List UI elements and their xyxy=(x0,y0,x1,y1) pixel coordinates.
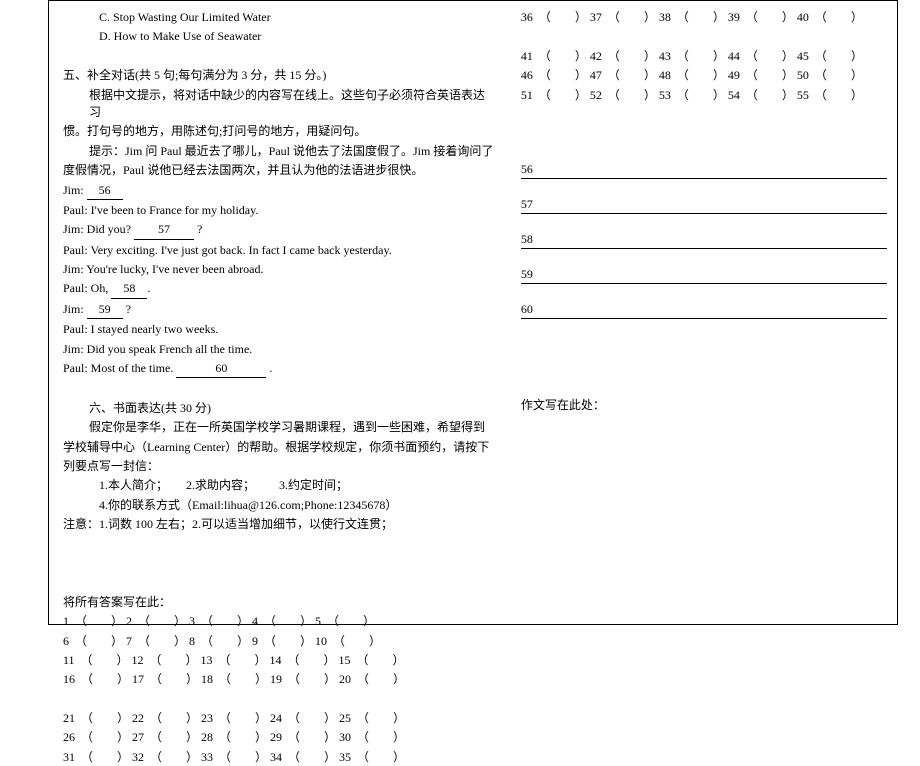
option-d: D. How to Make Use of Seawater xyxy=(99,29,261,43)
dlg-paul2: Paul: Very exciting. I've just got back.… xyxy=(63,242,497,259)
answers-title: 将所有答案写在此： xyxy=(63,594,497,611)
blank-59[interactable]: 59 xyxy=(87,301,123,319)
section6-li2: 2.求助内容； xyxy=(186,478,255,492)
dlg-jim4b: ? xyxy=(126,302,131,316)
dlg-paul5a: Paul: Most of the time. xyxy=(63,361,173,375)
answer-row[interactable]: 51 （ ） 52 （ ） 53 （ ） 54 （ ） 55 （ ） xyxy=(521,87,887,104)
section5-inst2: 惯。打句号的地方，用陈述句;打问号的地方，用疑问句。 xyxy=(63,124,366,138)
answer-row[interactable]: 36 （ ） 37 （ ） 38 （ ） 39 （ ） 40 （ ） xyxy=(521,9,887,26)
answer-row[interactable]: 21 （ ） 22 （ ） 23 （ ） 24 （ ） 25 （ ） xyxy=(63,710,497,727)
answer-row[interactable]: 11 （ ） 12 （ ） 13 （ ） 14 （ ） 15 （ ） xyxy=(63,652,497,669)
answer-row[interactable]: 1 （ ） 2 （ ） 3 （ ） 4 （ ） 5 （ ） xyxy=(63,613,497,630)
essay-here: 作文写在此处： xyxy=(521,397,887,414)
dlg-paul1: Paul: I've been to France for my holiday… xyxy=(63,202,497,219)
dlg-jim5: Jim: Did you speak French all the time. xyxy=(63,341,497,358)
answer-row[interactable]: 26 （ ） 27 （ ） 28 （ ） 29 （ ） 30 （ ） xyxy=(63,729,497,746)
dlg-paul4: Paul: I stayed nearly two weeks. xyxy=(63,321,497,338)
section6-li1: 1.本人简介； xyxy=(99,478,168,492)
dlg-paul3b: . xyxy=(147,281,150,295)
writing-line-58[interactable]: 58 xyxy=(521,234,887,249)
blank-60[interactable]: 60 xyxy=(176,360,266,378)
dlg-paul5b: . xyxy=(269,361,272,375)
section5-hint2: 度假情况，Paul 说他已经去法国两次，并且认为他的法语进步很快。 xyxy=(63,163,423,177)
blank-57[interactable]: 57 xyxy=(134,221,194,239)
answer-row[interactable]: 6 （ ） 7 （ ） 8 （ ） 9 （ ） 10 （ ） xyxy=(63,633,497,650)
dlg-jim3: Jim: You're lucky, I've never been abroa… xyxy=(63,261,497,278)
dlg-jim1a: Jim: xyxy=(63,183,84,197)
blank-56[interactable]: 56 xyxy=(87,182,123,200)
option-c: C. Stop Wasting Our Limited Water xyxy=(99,10,271,24)
writing-line-59[interactable]: 59 xyxy=(521,269,887,284)
section5-hint1: 提示：Jim 问 Paul 最近去了哪儿，Paul 说他去了法国度假了。Jim … xyxy=(89,144,493,158)
section6-title: 六、书面表达(共 30 分) xyxy=(89,400,497,417)
section5-inst1: 根据中文提示，将对话中缺少的内容写在线上。这些句子必须符合英语表达习 xyxy=(89,88,485,119)
section6-li4: 4.你的联系方式（Email:lihua@126.com;Phone:12345… xyxy=(99,497,497,514)
dlg-paul3a: Paul: Oh, xyxy=(63,281,108,295)
writing-line-60[interactable]: 60 xyxy=(521,304,887,319)
section6-p1: 假定你是李华，正在一所英国学校学习暑期课程，遇到一些困难，希望得到 xyxy=(89,419,497,436)
answer-row[interactable]: 31 （ ） 32 （ ） 33 （ ） 34 （ ） 35 （ ） xyxy=(63,749,497,766)
dlg-jim4a: Jim: xyxy=(63,302,84,316)
answer-row[interactable]: 16 （ ） 17 （ ） 18 （ ） 19 （ ） 20 （ ） xyxy=(63,671,497,688)
section5-title: 五、补全对话(共 5 句;每句满分为 3 分，共 15 分。) xyxy=(63,68,326,82)
writing-line-57[interactable]: 57 xyxy=(521,199,887,214)
section6-p2: 学校辅导中心（Learning Center）的帮助。根据学校规定，你须书面预约… xyxy=(63,439,497,456)
answer-row[interactable]: 46 （ ） 47 （ ） 48 （ ） 49 （ ） 50 （ ） xyxy=(521,67,887,84)
section6-note: 注意：1.词数 100 左右；2.可以适当增加细节，以使行文连贯； xyxy=(63,516,497,533)
writing-line-56[interactable]: 56 xyxy=(521,164,887,179)
section6-li3: 3.约定时间； xyxy=(279,478,348,492)
dlg-jim2b: ? xyxy=(197,222,202,236)
dlg-jim2a: Jim: Did you? xyxy=(63,222,131,236)
answer-row[interactable]: 41 （ ） 42 （ ） 43 （ ） 44 （ ） 45 （ ） xyxy=(521,48,887,65)
section6-p3: 列要点写一封信： xyxy=(63,458,497,475)
blank-58[interactable]: 58 xyxy=(111,280,147,298)
